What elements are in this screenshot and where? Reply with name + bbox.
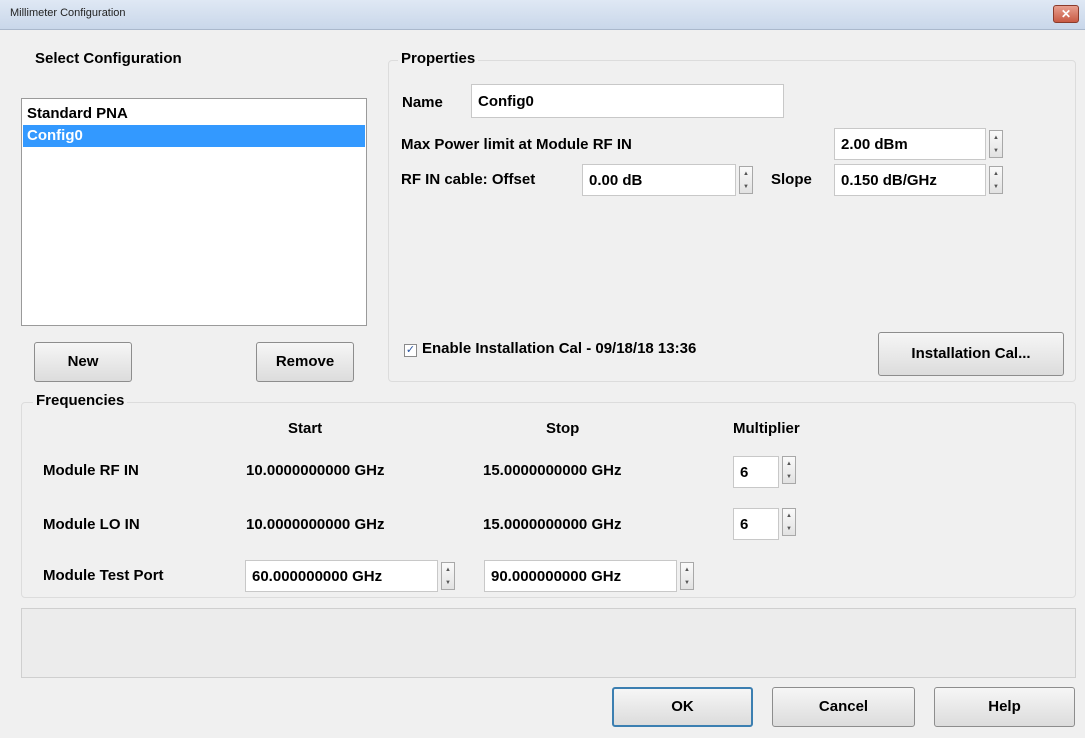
spin-up-icon[interactable]: ▲ [445,567,451,573]
spin-down-icon[interactable]: ▼ [786,474,792,480]
stop-column-header: Stop [546,420,580,437]
new-button[interactable]: New [34,342,132,382]
spin-down-icon[interactable]: ▼ [684,580,690,586]
offset-input[interactable]: 0.00 dB [582,164,736,196]
status-area [21,608,1076,678]
slope-input[interactable]: 0.150 dB/GHz [834,164,986,196]
test-port-stop-spinner[interactable]: ▲ ▼ [680,562,694,590]
module-lo-in-stop: 15.0000000000 GHz [483,516,622,533]
help-button[interactable]: Help [934,687,1075,727]
max-power-input[interactable]: 2.00 dBm [834,128,986,160]
window-title: Millimeter Configuration [10,7,126,19]
slope-label: Slope [771,171,812,188]
name-input[interactable]: Config0 [471,84,784,118]
installation-cal-button[interactable]: Installation Cal... [878,332,1064,376]
max-power-spinner[interactable]: ▲ ▼ [989,130,1003,158]
enable-installation-cal-label: Enable Installation Cal - 09/18/18 13:36 [422,340,697,357]
module-lo-in-multiplier-input[interactable]: 6 [733,508,779,540]
test-port-start-input[interactable]: 60.000000000 GHz [245,560,438,592]
module-lo-in-start: 10.0000000000 GHz [246,516,385,533]
multiplier-column-header: Multiplier [733,420,800,437]
module-rf-in-multiplier-spinner[interactable]: ▲ ▼ [782,456,796,484]
list-item-standard-pna[interactable]: Standard PNA [23,103,365,125]
enable-installation-cal-checkbox[interactable]: ✓ [404,344,417,357]
module-test-port-label: Module Test Port [43,567,164,584]
title-bar: Millimeter Configuration ✕ [0,0,1085,30]
module-lo-in-label: Module LO IN [43,516,140,533]
select-configuration-heading: Select Configuration [35,50,182,67]
cancel-button[interactable]: Cancel [772,687,915,727]
module-lo-in-multiplier-spinner[interactable]: ▲ ▼ [782,508,796,536]
spin-down-icon[interactable]: ▼ [786,526,792,532]
start-column-header: Start [288,420,323,437]
offset-spinner[interactable]: ▲ ▼ [739,166,753,194]
test-port-stop-input[interactable]: 90.000000000 GHz [484,560,677,592]
remove-button[interactable]: Remove [256,342,354,382]
spin-up-icon[interactable]: ▲ [786,513,792,519]
test-port-start-spinner[interactable]: ▲ ▼ [441,562,455,590]
rf-cable-offset-label: RF IN cable: Offset [401,171,536,188]
spin-up-icon[interactable]: ▲ [786,461,792,467]
module-rf-in-label: Module RF IN [43,462,139,479]
name-label: Name [402,94,443,111]
spin-down-icon[interactable]: ▼ [743,184,749,190]
spin-down-icon[interactable]: ▼ [993,184,999,190]
spin-up-icon[interactable]: ▲ [993,171,999,177]
list-item-config0[interactable]: Config0 [23,125,365,147]
spin-up-icon[interactable]: ▲ [743,171,749,177]
module-rf-in-multiplier-input[interactable]: 6 [733,456,779,488]
module-rf-in-stop: 15.0000000000 GHz [483,462,622,479]
ok-button[interactable]: OK [612,687,753,727]
max-power-label: Max Power limit at Module RF IN [401,136,632,153]
configuration-list[interactable]: Standard PNA Config0 [21,98,367,326]
spin-down-icon[interactable]: ▼ [993,148,999,154]
module-rf-in-start: 10.0000000000 GHz [246,462,385,479]
frequencies-heading: Frequencies [33,392,128,409]
slope-spinner[interactable]: ▲ ▼ [989,166,1003,194]
spin-up-icon[interactable]: ▲ [993,135,999,141]
spin-down-icon[interactable]: ▼ [445,580,451,586]
spin-up-icon[interactable]: ▲ [684,567,690,573]
close-icon[interactable]: ✕ [1053,5,1079,23]
properties-heading: Properties [398,50,479,67]
